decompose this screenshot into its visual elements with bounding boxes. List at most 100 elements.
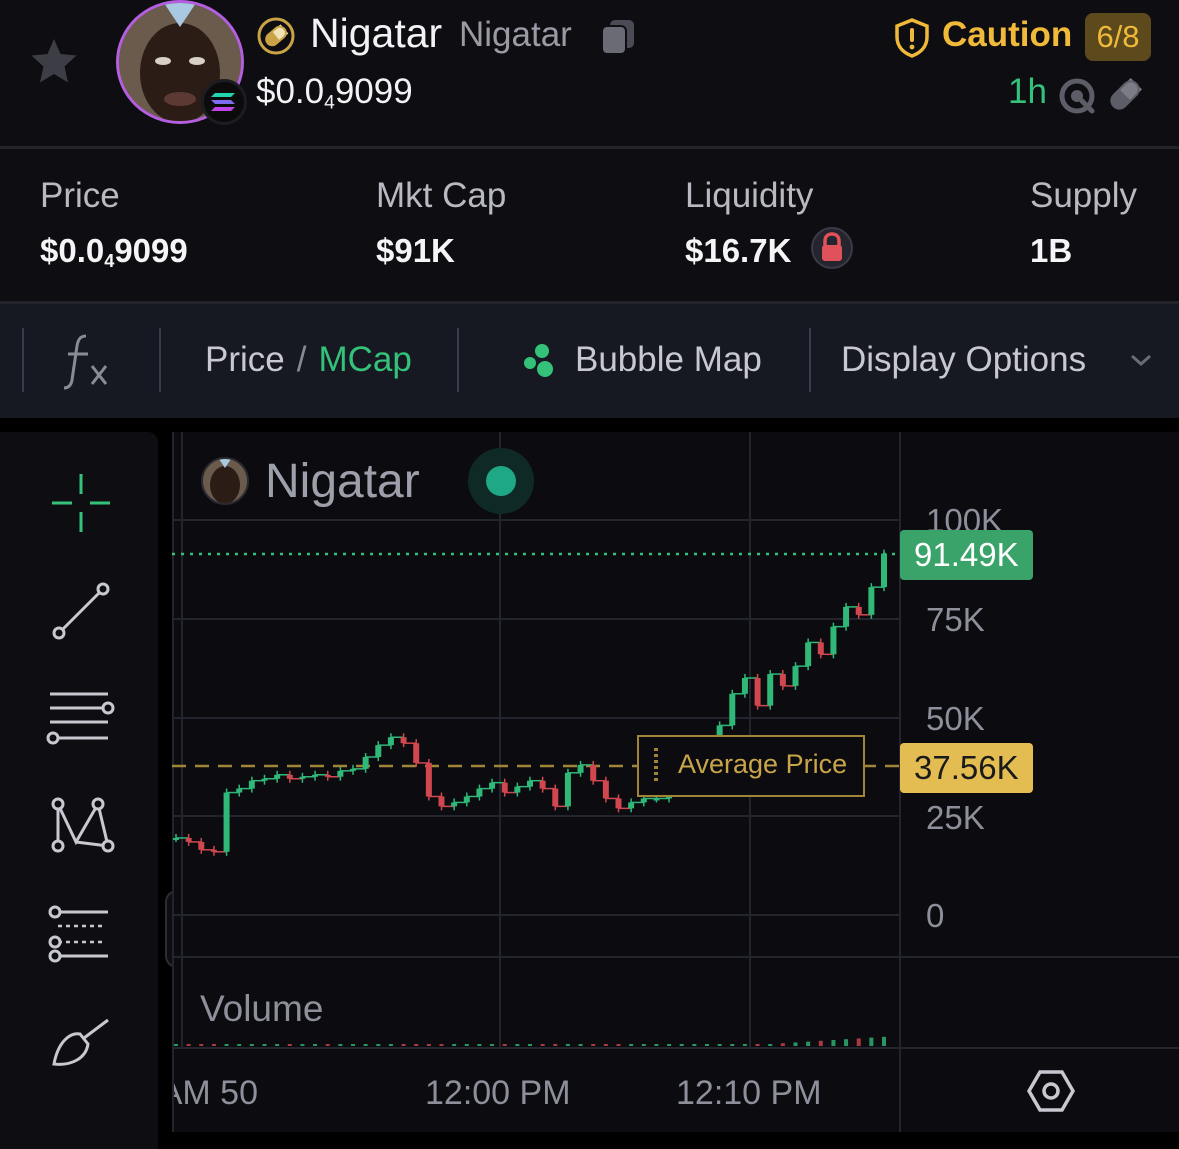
toolbar-divider bbox=[457, 328, 459, 392]
liquidity-value: $16.7K bbox=[685, 232, 792, 269]
volume-bar bbox=[831, 1040, 836, 1046]
brush-icon[interactable] bbox=[46, 1008, 116, 1078]
volume-bar bbox=[211, 1044, 216, 1046]
display-options-button[interactable]: Display Options bbox=[841, 340, 1086, 380]
candle bbox=[552, 788, 559, 807]
volume-bar bbox=[300, 1044, 305, 1046]
volume-bar bbox=[705, 1044, 709, 1046]
candle bbox=[590, 764, 597, 781]
settings-icon[interactable] bbox=[1026, 1066, 1076, 1116]
mcap-label: Mkt Cap bbox=[376, 176, 507, 215]
volume-bar bbox=[186, 1044, 191, 1046]
bubble-map-button[interactable]: Bubble Map bbox=[575, 340, 762, 380]
liquidity-label: Liquidity bbox=[685, 176, 814, 215]
volume-bar bbox=[325, 1044, 330, 1046]
candle bbox=[564, 772, 571, 807]
chevron-down-icon[interactable] bbox=[1128, 350, 1154, 370]
radar-icon[interactable] bbox=[1058, 77, 1096, 115]
volume-bar bbox=[224, 1044, 229, 1046]
pill-icon[interactable] bbox=[1106, 76, 1144, 114]
toolbar-divider bbox=[22, 328, 24, 392]
pattern-icon[interactable] bbox=[46, 792, 116, 862]
average-price-label: Average Price bbox=[678, 749, 848, 779]
candle bbox=[830, 626, 837, 655]
volume-bar bbox=[806, 1041, 811, 1046]
candle bbox=[514, 786, 521, 793]
risk-score-badge[interactable]: 6/8 bbox=[1085, 13, 1151, 61]
volume-bar bbox=[730, 1044, 735, 1046]
token-age: 1h bbox=[1008, 72, 1047, 111]
volume-bar bbox=[490, 1044, 495, 1046]
y-tick-label: 75K bbox=[926, 601, 985, 638]
volume-bar bbox=[793, 1042, 798, 1046]
volume-bar bbox=[452, 1044, 457, 1046]
volume-bar bbox=[199, 1044, 204, 1046]
volume-bar bbox=[287, 1044, 292, 1046]
volume-bar bbox=[818, 1040, 823, 1046]
candle bbox=[527, 780, 533, 787]
solana-chain-icon bbox=[201, 79, 247, 125]
candle bbox=[248, 780, 255, 789]
volume-bar bbox=[755, 1044, 760, 1046]
lock-icon[interactable] bbox=[810, 226, 854, 270]
drag-handle-icon[interactable] bbox=[649, 746, 663, 786]
crosshair-icon[interactable] bbox=[46, 468, 116, 538]
token-stats bbox=[0, 149, 1179, 304]
price-toggle-option: Price bbox=[205, 340, 285, 379]
caution-label[interactable]: Caution bbox=[942, 15, 1072, 55]
volume-label: Volume bbox=[200, 988, 324, 1029]
volume-bar bbox=[313, 1044, 318, 1046]
fibonacci-icon[interactable] bbox=[46, 900, 116, 970]
toolbar-divider bbox=[159, 328, 161, 392]
y-tick-label: 25K bbox=[926, 799, 985, 836]
candle bbox=[375, 745, 382, 757]
candle bbox=[539, 780, 546, 789]
volume-bar bbox=[869, 1037, 874, 1046]
candle bbox=[387, 737, 394, 746]
volume-bar bbox=[692, 1044, 697, 1046]
volume-bar bbox=[856, 1038, 861, 1046]
trend-line-icon[interactable] bbox=[46, 576, 116, 646]
candle bbox=[337, 770, 344, 777]
candle bbox=[501, 782, 508, 793]
volume-bar bbox=[515, 1044, 520, 1046]
candle bbox=[425, 762, 432, 797]
candle bbox=[881, 553, 887, 588]
toolbar-divider bbox=[809, 328, 811, 392]
candle bbox=[400, 737, 407, 744]
volume-bar bbox=[679, 1044, 684, 1046]
candle bbox=[792, 666, 799, 686]
candle bbox=[489, 782, 496, 789]
volume-bar bbox=[553, 1044, 558, 1046]
token-symbol: Nigatar bbox=[459, 15, 572, 54]
volume-bar bbox=[249, 1044, 254, 1046]
volume-bar bbox=[426, 1044, 431, 1046]
current-price-tag: 91.49K bbox=[900, 530, 1033, 580]
candle bbox=[198, 841, 205, 850]
volume-bar bbox=[844, 1039, 849, 1046]
candle bbox=[754, 678, 761, 706]
candle bbox=[615, 798, 622, 809]
candle bbox=[741, 678, 748, 694]
candle bbox=[438, 796, 445, 807]
legend-token-avatar bbox=[201, 457, 249, 505]
volume-bar bbox=[717, 1044, 722, 1046]
volume-bar bbox=[174, 1044, 178, 1046]
volume-bar bbox=[882, 1036, 886, 1046]
copy-icon[interactable] bbox=[598, 16, 638, 56]
volume-bar bbox=[540, 1044, 545, 1046]
function-icon[interactable] bbox=[60, 330, 116, 392]
mcap-toggle-option: MCap bbox=[318, 340, 412, 379]
candle bbox=[577, 764, 584, 773]
price-mcap-toggle[interactable]: Price / MCap bbox=[205, 340, 412, 380]
shield-icon bbox=[895, 18, 929, 58]
star-icon[interactable] bbox=[28, 36, 80, 88]
candle bbox=[767, 674, 774, 706]
candle bbox=[817, 642, 824, 655]
volume-bar bbox=[464, 1044, 469, 1046]
candle bbox=[602, 780, 609, 799]
volume-bar bbox=[654, 1044, 659, 1046]
horizontal-lines-icon[interactable] bbox=[46, 684, 116, 754]
volume-bar bbox=[414, 1044, 419, 1046]
candle bbox=[628, 802, 635, 809]
